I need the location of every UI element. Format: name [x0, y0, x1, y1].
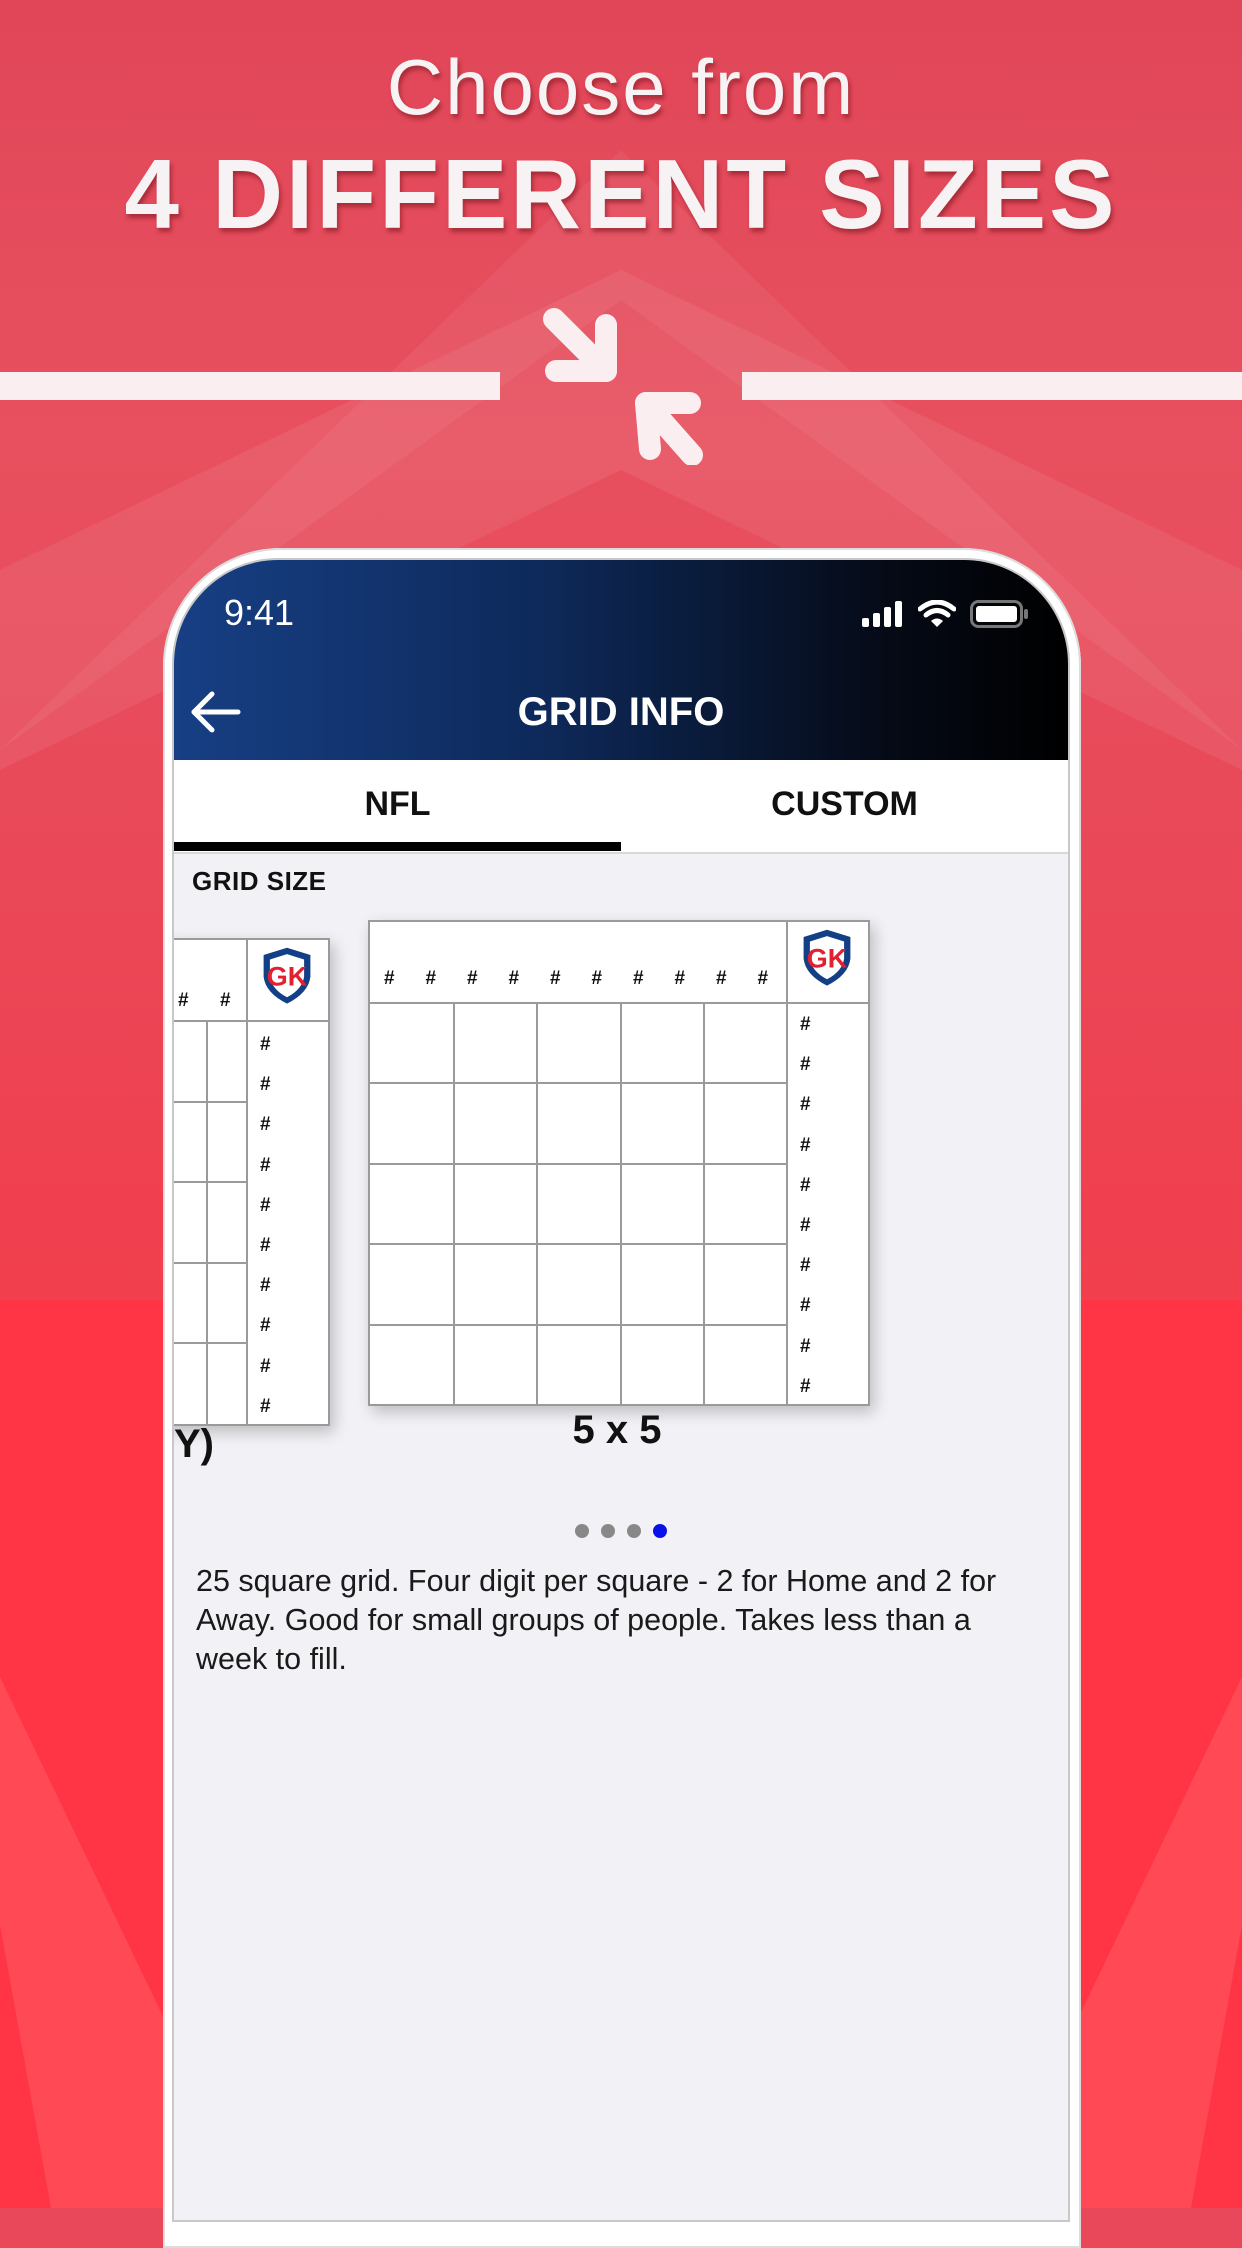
- svg-text:GK: GK: [267, 962, 308, 992]
- wifi-icon: [918, 600, 956, 627]
- tab-nfl[interactable]: NFL: [174, 760, 621, 852]
- grid-line: [786, 922, 788, 1404]
- home-number-placeholder: #: [178, 990, 189, 1011]
- page-indicator: [174, 1524, 1068, 1538]
- grid-line: [370, 1082, 786, 1085]
- home-number-placeholder: #: [757, 968, 769, 989]
- tab-custom[interactable]: CUSTOM: [621, 760, 1068, 852]
- page-dot[interactable]: [653, 1524, 667, 1538]
- divider-bar-right: [742, 372, 1242, 400]
- away-number-placeholder: #: [800, 1174, 811, 1196]
- away-number-placeholder: #: [800, 1375, 811, 1397]
- away-number-placeholder: #: [260, 1034, 271, 1055]
- status-icons: [862, 600, 1030, 628]
- home-number-placeholder: #: [425, 968, 437, 989]
- compress-arrows-icon: [543, 308, 703, 465]
- page-title: GRID INFO: [517, 690, 725, 734]
- svg-text:GK: GK: [807, 944, 848, 974]
- grid-size-card-previous[interactable]: # # # # # # # # # # # # GK: [174, 938, 330, 1426]
- tab-bar: NFL CUSTOM: [174, 760, 1068, 854]
- grid-line: [174, 1100, 246, 1103]
- active-tab-indicator: [174, 842, 621, 851]
- grid-line: [619, 1002, 622, 1404]
- page-dot[interactable]: [601, 1524, 615, 1538]
- grid-line: [174, 1342, 246, 1344]
- previous-card-caption: Y): [174, 1422, 214, 1466]
- grid-size-card-5x5[interactable]: # # # # # # # # # # # # # # # # # # # # GK: [368, 920, 870, 1406]
- away-number-placeholder: #: [260, 1395, 271, 1417]
- grid-size-caption: 5 x 5: [572, 1408, 662, 1452]
- away-number-placeholder: #: [260, 1194, 271, 1216]
- phone-screen: 9:41 GRID INFO NFL CUSTOM GRID SIZE # # …: [174, 560, 1068, 2220]
- home-number-placeholder: #: [384, 968, 395, 989]
- gk-shield-logo-icon: GK: [803, 929, 851, 986]
- away-number-placeholder: #: [800, 1054, 811, 1076]
- home-number-placeholder: #: [467, 968, 478, 989]
- grid-line: [174, 1181, 246, 1183]
- grid-line: [370, 1243, 786, 1246]
- grid-line: [370, 1162, 786, 1165]
- page-dot[interactable]: [575, 1524, 589, 1538]
- grid-line: [246, 940, 248, 1424]
- away-number-placeholder: #: [260, 1275, 271, 1297]
- grid-size-description: 25 square grid. Four digit per square - …: [196, 1564, 997, 1676]
- divider-bar-left: [0, 372, 500, 400]
- cellular-signal-icon: [862, 601, 902, 627]
- away-number-placeholder: #: [260, 1235, 271, 1256]
- away-number-placeholder: #: [800, 1335, 811, 1357]
- home-number-placeholder: #: [633, 968, 644, 989]
- away-number-placeholder: #: [800, 1215, 811, 1236]
- grid-line: [453, 1002, 456, 1404]
- away-number-placeholder: #: [800, 1134, 811, 1156]
- promo-headline-line2: 4 DIFFERENT SIZES: [124, 139, 1118, 249]
- home-number-placeholder: #: [550, 968, 561, 989]
- grid-line: [174, 1261, 246, 1264]
- grid-line: [174, 1020, 328, 1022]
- away-number-placeholder: #: [800, 1094, 811, 1116]
- home-number-placeholder: #: [716, 968, 727, 989]
- grid-line: [370, 1323, 786, 1326]
- home-number-placeholder: #: [220, 990, 231, 1011]
- grid-line: [536, 1002, 539, 1404]
- away-number-placeholder: #: [260, 1074, 271, 1096]
- page-dot[interactable]: [627, 1524, 641, 1538]
- status-time: 9:41: [224, 592, 295, 633]
- away-number-placeholder: #: [260, 1355, 271, 1377]
- battery-icon: [970, 600, 1028, 628]
- navigation-bar: 9:41 GRID INFO: [174, 560, 1068, 760]
- away-number-placeholder: #: [260, 1315, 271, 1337]
- gk-shield-logo-icon: GK: [263, 947, 311, 1004]
- away-number-placeholder: #: [800, 1255, 811, 1277]
- away-number-placeholder: #: [800, 1014, 811, 1035]
- away-number-placeholder: #: [800, 1295, 811, 1317]
- away-number-placeholder: #: [260, 1114, 271, 1136]
- grid-line: [206, 1020, 208, 1424]
- home-number-placeholder: #: [674, 968, 686, 989]
- home-number-placeholder: #: [591, 968, 603, 989]
- grid-size-label: GRID SIZE: [192, 866, 327, 896]
- away-number-placeholder: #: [260, 1154, 271, 1176]
- grid-line: [702, 1002, 705, 1404]
- home-number-placeholder: #: [508, 968, 520, 989]
- promo-headline-line1: Choose from: [386, 43, 856, 131]
